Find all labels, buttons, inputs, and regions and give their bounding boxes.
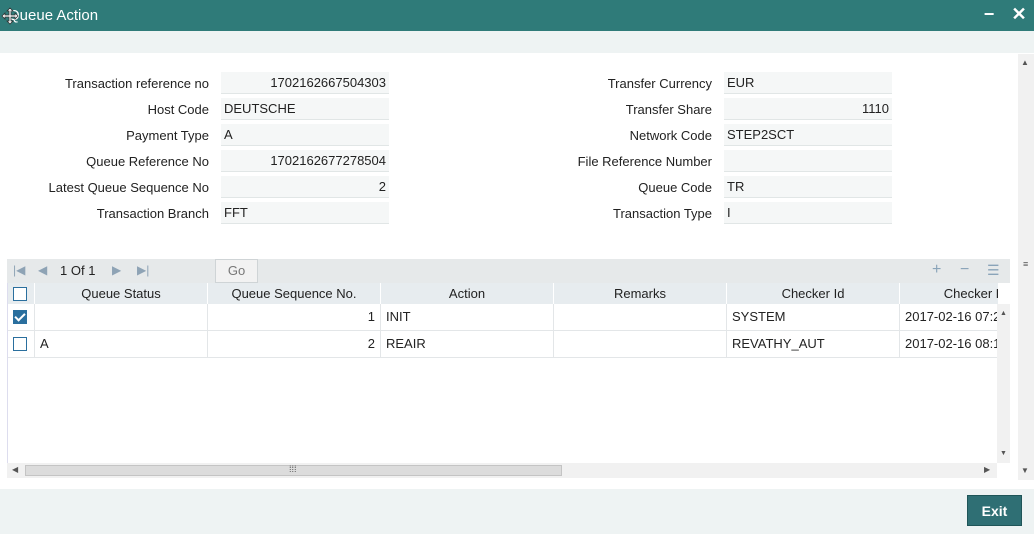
footer-bar	[0, 489, 1034, 534]
cell-remarks	[554, 331, 727, 357]
transfer-currency-field[interactable]: EUR	[724, 72, 892, 94]
minimize-button[interactable]: −	[978, 4, 1000, 25]
delete-row-icon[interactable]: −	[960, 261, 969, 279]
grid-vertical-scrollbar[interactable]: ▲ ▼	[997, 304, 1010, 463]
exit-button[interactable]: Exit	[967, 495, 1022, 526]
pager-total: 1	[88, 263, 96, 278]
transaction-type-label: Transaction Type	[613, 206, 712, 221]
main-vertical-scrollbar[interactable]: ▲ ≡ ▼	[1018, 54, 1034, 480]
previous-page-icon[interactable]: ◀	[38, 263, 47, 277]
grid-toolbar: |◀ ◀ 1 Of 1 ▶ ▶| Go + − ☰	[7, 259, 1010, 283]
cell-action: INIT	[381, 304, 554, 330]
column-header-checker-id[interactable]: Checker Id	[727, 283, 900, 304]
scroll-down-icon[interactable]: ▼	[1021, 466, 1029, 475]
scroll-grip-icon: ≡	[1023, 259, 1029, 269]
grid-scroll-grip-icon: ⁞⁞⁞	[289, 464, 297, 474]
grid-scroll-left-icon[interactable]: ◀	[12, 465, 18, 474]
transaction-reference-field[interactable]: 1702162667504303	[221, 72, 389, 94]
grid-header-row: Queue Status Queue Sequence No. Action R…	[8, 283, 998, 304]
transaction-branch-field[interactable]: FFT	[221, 202, 389, 224]
title-bar[interactable]: Queue Action − ✕	[0, 0, 1034, 31]
queue-grid: Queue Status Queue Sequence No. Action R…	[7, 283, 998, 463]
transfer-share-field[interactable]: 1110	[724, 98, 892, 120]
cell-checker-date: 2017-02-16 07:2	[900, 304, 998, 330]
queue-code-label: Queue Code	[638, 180, 712, 195]
cell-checker-id: REVATHY_AUT	[727, 331, 900, 357]
grid-scroll-down-icon[interactable]: ▼	[1000, 450, 1007, 457]
payment-type-field[interactable]: A	[221, 124, 389, 146]
close-button[interactable]: ✕	[1008, 4, 1030, 25]
host-code-field[interactable]: DEUTSCHE	[221, 98, 389, 120]
column-header-queue-status[interactable]: Queue Status	[35, 283, 208, 304]
next-page-icon[interactable]: ▶	[112, 263, 121, 277]
network-code-label: Network Code	[629, 128, 712, 143]
table-row[interactable]: A 2 REAIR REVATHY_AUT 2017-02-16 08:1	[8, 331, 998, 358]
pager-current[interactable]: 1	[60, 263, 67, 278]
list-view-icon[interactable]: ☰	[987, 262, 1000, 279]
column-header-action[interactable]: Action	[381, 283, 554, 304]
row-select-cell[interactable]	[8, 304, 35, 330]
grid-horizontal-scrollbar[interactable]: ◀ ⁞⁞⁞ ▶	[7, 463, 997, 478]
select-all-checkbox[interactable]	[13, 287, 27, 301]
cell-queue-sequence-no: 2	[208, 331, 381, 357]
transaction-type-field[interactable]: I	[724, 202, 892, 224]
cell-queue-sequence-no: 1	[208, 304, 381, 330]
header-strip	[0, 31, 1034, 53]
cell-remarks	[554, 304, 727, 330]
file-reference-number-field[interactable]	[724, 150, 892, 172]
cell-queue-status	[35, 304, 208, 330]
cell-checker-date: 2017-02-16 08:1	[900, 331, 998, 357]
cell-checker-id: SYSTEM	[727, 304, 900, 330]
latest-queue-sequence-label: Latest Queue Sequence No	[48, 180, 209, 195]
pager-of-label: Of	[70, 263, 85, 278]
go-button[interactable]: Go	[215, 259, 258, 283]
grid-scroll-right-icon[interactable]: ▶	[984, 465, 990, 474]
cell-action: REAIR	[381, 331, 554, 357]
column-header-checker-date[interactable]: Checker Date	[900, 283, 998, 304]
window-title: Queue Action	[8, 7, 99, 24]
column-header-queue-sequence-no[interactable]: Queue Sequence No.	[208, 283, 381, 304]
latest-queue-sequence-field[interactable]: 2	[221, 176, 389, 198]
column-header-remarks[interactable]: Remarks	[554, 283, 727, 304]
file-reference-number-label: File Reference Number	[577, 154, 712, 169]
row-checkbox[interactable]	[13, 337, 27, 351]
queue-reference-label: Queue Reference No	[86, 154, 209, 169]
grid-scroll-up-icon[interactable]: ▲	[1000, 310, 1007, 317]
cell-queue-status: A	[35, 331, 208, 357]
transfer-share-label: Transfer Share	[625, 102, 712, 117]
scroll-up-icon[interactable]: ▲	[1021, 58, 1029, 67]
transfer-currency-label: Transfer Currency	[607, 76, 712, 91]
transaction-branch-label: Transaction Branch	[96, 206, 209, 221]
header-select-cell[interactable]	[8, 283, 35, 304]
row-select-cell[interactable]	[8, 331, 35, 357]
last-page-icon[interactable]: ▶|	[137, 263, 149, 277]
pager: 1 Of 1	[60, 263, 95, 278]
table-row[interactable]: 1 INIT SYSTEM 2017-02-16 07:2	[8, 304, 998, 331]
transaction-reference-label: Transaction reference no	[64, 76, 209, 91]
host-code-label: Host Code	[147, 102, 209, 117]
add-row-icon[interactable]: +	[932, 261, 941, 279]
row-checkbox[interactable]	[13, 310, 27, 324]
first-page-icon[interactable]: |◀	[13, 263, 25, 277]
payment-type-label: Payment Type	[126, 128, 209, 143]
network-code-field[interactable]: STEP2SCT	[724, 124, 892, 146]
queue-code-field[interactable]: TR	[724, 176, 892, 198]
queue-reference-field[interactable]: 1702162677278504	[221, 150, 389, 172]
